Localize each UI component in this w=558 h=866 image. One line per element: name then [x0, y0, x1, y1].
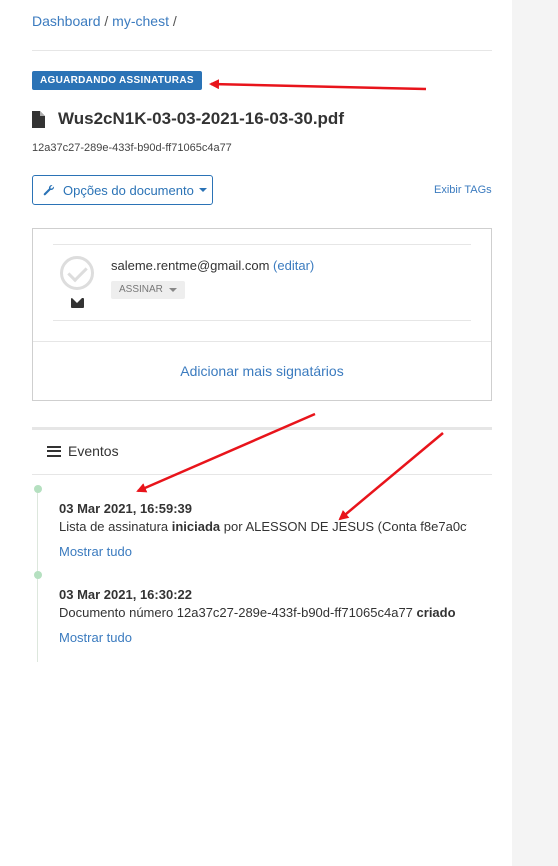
event-timestamp: 03 Mar 2021, 16:30:22 [59, 587, 192, 602]
event-item: 03 Mar 2021, 16:30:22 Documento número 1… [59, 587, 467, 645]
status-badge: AGUARDANDO ASSINATURAS [32, 71, 202, 90]
event-description: Documento número 12a37c27-289e-433f-b90d… [59, 605, 467, 620]
divider [32, 50, 492, 51]
page-gutter [512, 0, 558, 866]
show-all-link[interactable]: Mostrar tudo [59, 630, 467, 645]
event-text: por ALESSON DE JESUS (Conta f8e7a0cf [220, 519, 467, 534]
document-page: Dashboard / my-chest / AGUARDANDO ASSINA… [0, 0, 512, 866]
wrench-icon [43, 184, 55, 196]
show-tags-link[interactable]: Exibir TAGs [434, 184, 492, 196]
events-top-border [32, 427, 492, 430]
event-text: Lista de assinatura [59, 519, 172, 534]
document-id: 12a37c27-289e-433f-b90d-ff71065c4a77 [32, 142, 232, 154]
document-filename: Wus2cN1K-03-03-2021-16-03-30.pdf [58, 109, 344, 128]
document-title: Wus2cN1K-03-03-2021-16-03-30.pdf [32, 109, 344, 129]
caret-down-icon [198, 188, 207, 192]
list-icon [47, 445, 61, 457]
divider [53, 320, 471, 321]
breadcrumb-folder-link[interactable]: my-chest [112, 13, 169, 29]
file-icon [32, 110, 45, 128]
signer-email: saleme.rentme@gmail.com (editar) [111, 258, 314, 273]
event-action: criado [416, 605, 456, 620]
event-action: iniciada [171, 519, 221, 534]
breadcrumb-separator: / [100, 13, 113, 29]
divider [32, 474, 492, 475]
event-item: 03 Mar 2021, 16:59:39 Lista de assinatur… [59, 501, 467, 559]
event-timestamp: 03 Mar 2021, 16:59:39 [59, 501, 192, 516]
breadcrumb-separator: / [168, 13, 177, 29]
divider [53, 244, 471, 245]
event-description: Lista de assinatura iniciada por ALESSON… [59, 519, 467, 534]
sign-action-dropdown[interactable]: ASSINAR [111, 281, 185, 299]
divider [33, 341, 491, 342]
envelope-icon[interactable] [71, 298, 84, 308]
signers-panel: saleme.rentme@gmail.com (editar) ASSINAR… [32, 228, 492, 401]
sign-action-label: ASSINAR [119, 284, 163, 295]
events-header: Eventos [47, 443, 119, 459]
breadcrumb-dashboard-link[interactable]: Dashboard [32, 13, 101, 29]
add-signers-link[interactable]: Adicionar mais signatários [33, 363, 491, 379]
show-all-link[interactable]: Mostrar tudo [59, 544, 467, 559]
events-title: Eventos [68, 443, 119, 459]
timeline-dot [34, 485, 42, 493]
breadcrumb: Dashboard / my-chest / [32, 13, 177, 29]
timeline-dot [34, 571, 42, 579]
check-circle-icon [60, 256, 94, 290]
signer-email-text: saleme.rentme@gmail.com [111, 258, 270, 273]
event-text: Documento número 12a37c27-289e-433f-b90d… [59, 605, 417, 620]
document-options-label: Opções do documento [63, 182, 194, 198]
signer-edit-link[interactable]: (editar) [273, 258, 314, 273]
caret-down-icon [168, 288, 177, 292]
document-options-button[interactable]: Opções do documento [32, 175, 213, 205]
